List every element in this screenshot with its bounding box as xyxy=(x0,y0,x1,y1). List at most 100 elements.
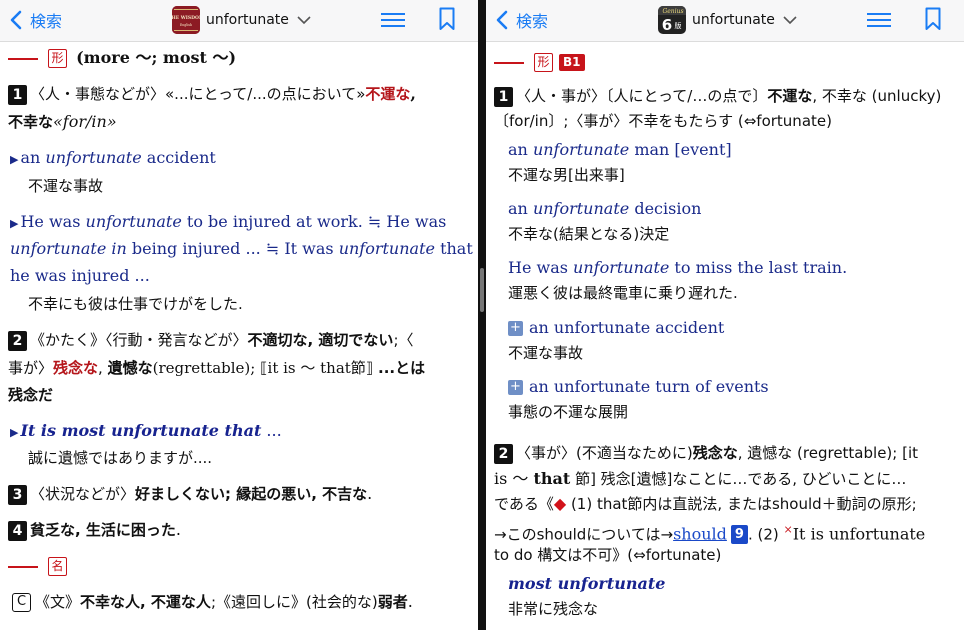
sense-2-line-1: 2 《かたく》〈行動・発言などが〉不適切な, 適切でない;〈 xyxy=(8,330,414,351)
sense-keyword: 不幸な xyxy=(8,113,54,131)
sense-text: , xyxy=(98,359,108,377)
noun-header: 名 xyxy=(8,556,67,576)
back-label: 検索 xyxy=(30,12,63,31)
sense-keyword: 残念な xyxy=(53,359,99,377)
example-4[interactable]: most unfortunate xyxy=(508,574,665,594)
right-back-button[interactable]: 検索 xyxy=(496,8,548,32)
sense-2-line-4: →このshouldについては→should 9. (2) ×It is unfor… xyxy=(494,520,926,545)
example-1-translation: 不運な男[出来事] xyxy=(508,166,625,184)
sense-4: 4 貧乏な, 生活に困った. xyxy=(8,520,181,541)
pos-divider xyxy=(8,565,38,568)
sense-keyword: 好ましくない; 縁起の悪い, 不吉な xyxy=(135,485,368,503)
triangle-bullet-icon: ▶ xyxy=(10,217,19,230)
svg-text:THE WISDOM: THE WISDOM xyxy=(172,15,200,21)
sense-2-line-3: である《◆ (1) that節内は直説法, またはshould＋動詞の原形; xyxy=(494,494,917,514)
sense-keyword: 残念な xyxy=(692,444,738,462)
sense-text: (1) that節内は直説法, またはshould＋動詞の原形; xyxy=(566,495,917,513)
example-3[interactable]: ▶ It is most unfortunate that ... xyxy=(10,421,282,443)
bookmark-icon[interactable] xyxy=(925,7,941,31)
example-text: It is most unfortunate that xyxy=(20,421,262,440)
left-nav-bar: 検索 THE WISDOM English unfortunate xyxy=(0,0,478,42)
sense-2-line-2: 事が〉残念な, 遺憾な(regrettable); ⟦it is ～ that節… xyxy=(8,358,425,378)
example-2-line-1[interactable]: ▶ He was unfortunate to be injured at wor… xyxy=(10,212,446,234)
sense-keyword: 遺憾な xyxy=(107,359,153,377)
inflection: (more ～; most ～) xyxy=(76,48,237,67)
collocation-2[interactable]: + an unfortunate turn of events xyxy=(508,377,769,397)
plus-expand-icon[interactable]: + xyxy=(508,321,523,336)
sense-text: It is unfortunate xyxy=(792,524,926,544)
example-3-translation: 誠に遺憾ではありますが.... xyxy=(28,449,213,467)
sense-2-line-3: 残念だ xyxy=(8,386,54,404)
menu-icon[interactable] xyxy=(381,12,405,28)
sense-text: , 遺憾な (regrettable); [it xyxy=(737,444,918,462)
sense-text: 〈状況などが〉 xyxy=(30,485,136,503)
bookmark-icon[interactable] xyxy=(439,7,455,31)
dictionary-title: unfortunate xyxy=(692,12,775,28)
sense-keyword: 不幸な人, 不運な人 xyxy=(80,593,211,611)
example-text: He was xyxy=(20,212,86,231)
chevron-down-icon xyxy=(783,15,797,24)
example-text: man [event] xyxy=(629,140,732,159)
sense-text: 《かたく》〈行動・発言などが〉 xyxy=(30,331,248,349)
sense-keyword: 不運な xyxy=(767,87,813,105)
sense-number: 2 xyxy=(8,330,27,351)
countable-badge: C xyxy=(12,593,31,612)
example-headword: unfortunate in xyxy=(10,239,127,258)
example-2-translation: 不幸な(結果となる)決定 xyxy=(508,225,670,243)
sense-keyword: 不適切な, 適切でない xyxy=(247,331,394,349)
preposition-note: «for/in» xyxy=(53,112,117,131)
dictionary-title: unfortunate xyxy=(206,12,289,28)
pos-adjective-badge: 形 xyxy=(534,53,553,72)
sense-1-line-2: 〔for/in〕;〈事が〉不幸をもたらす (⇔fortunate) xyxy=(494,112,832,130)
noun-sense: C 《文》不幸な人, 不運な人;《遠回しに》(社会的な)弱者. xyxy=(12,592,413,612)
example-1[interactable]: an unfortunate man [event] xyxy=(508,140,732,160)
sense-number: 1 xyxy=(494,86,513,107)
sense-keyword: that xyxy=(533,469,571,488)
example-3[interactable]: He was unfortunate to miss the last trai… xyxy=(508,258,847,278)
example-text: He was xyxy=(508,258,574,277)
crossref-sense-badge[interactable]: 9 xyxy=(730,525,748,545)
example-text: an xyxy=(508,140,533,159)
triangle-bullet-icon: ▶ xyxy=(10,426,19,439)
example-headword: unfortunate xyxy=(573,258,670,277)
plus-expand-icon[interactable]: + xyxy=(508,380,523,395)
example-2-translation: 不幸にも彼は仕事でけがをした. xyxy=(28,295,243,313)
example-2-line-2: unfortunate in being injured ... ≒ It wa… xyxy=(10,239,473,259)
sense-text: である《 xyxy=(494,495,554,513)
sense-text: 〈人・事が〉〔人にとって/…の点で〕 xyxy=(516,87,768,105)
sense-2-line-1: 2 〈事が〉(不適当なために)残念な, 遺憾な (regrettable); [i… xyxy=(494,443,918,464)
sense-punct: . xyxy=(367,484,373,503)
svg-text:English: English xyxy=(180,23,192,27)
sense-text: , 不幸な (unlucky) xyxy=(812,87,942,105)
split-view-divider[interactable] xyxy=(478,0,486,630)
triangle-bullet-icon: ▶ xyxy=(10,153,19,166)
divider-grip-handle[interactable] xyxy=(480,268,484,312)
example-1[interactable]: ▶ an unfortunate accident xyxy=(10,148,216,170)
example-text: an xyxy=(508,199,533,218)
example-2-line-3: he was injured ... xyxy=(10,266,150,285)
sense-number: 4 xyxy=(8,520,27,541)
example-3-translation: 運悪く彼は最終電車に乗り遅れた. xyxy=(508,284,738,302)
sense-number: 1 xyxy=(8,84,27,105)
left-dictionary-switcher[interactable]: THE WISDOM English unfortunate xyxy=(172,6,311,34)
sense-text: 事が〉 xyxy=(8,359,54,377)
sense-punct: . xyxy=(407,592,413,611)
sense-text: ;〈 xyxy=(393,331,414,349)
should-crossref-link[interactable]: should xyxy=(673,524,727,543)
sense-text: 〈事が〉(不適当なために) xyxy=(516,444,693,462)
example-text: ... xyxy=(261,421,282,440)
sense-text: →このshouldについては→ xyxy=(494,525,674,544)
example-2[interactable]: an unfortunate decision xyxy=(508,199,701,219)
pos-divider xyxy=(494,61,524,64)
sense-text: ;《遠回しに》(社会的な) xyxy=(210,593,378,611)
sense-text: 《文》 xyxy=(35,593,81,611)
menu-icon[interactable] xyxy=(867,12,891,28)
sense-number: 3 xyxy=(8,484,27,505)
sense-keyword: 不運な xyxy=(365,85,411,103)
sense-keyword: 貧乏な, 生活に困った xyxy=(30,521,176,539)
left-back-button[interactable]: 検索 xyxy=(10,8,62,32)
incorrect-mark-icon: × xyxy=(783,523,793,536)
collocation-1[interactable]: + an unfortunate accident xyxy=(508,318,724,338)
left-dictionary-pane: 検索 THE WISDOM English unfortunate 形 xyxy=(0,0,478,630)
right-dictionary-switcher[interactable]: Genius 6 版 unfortunate xyxy=(658,6,797,34)
